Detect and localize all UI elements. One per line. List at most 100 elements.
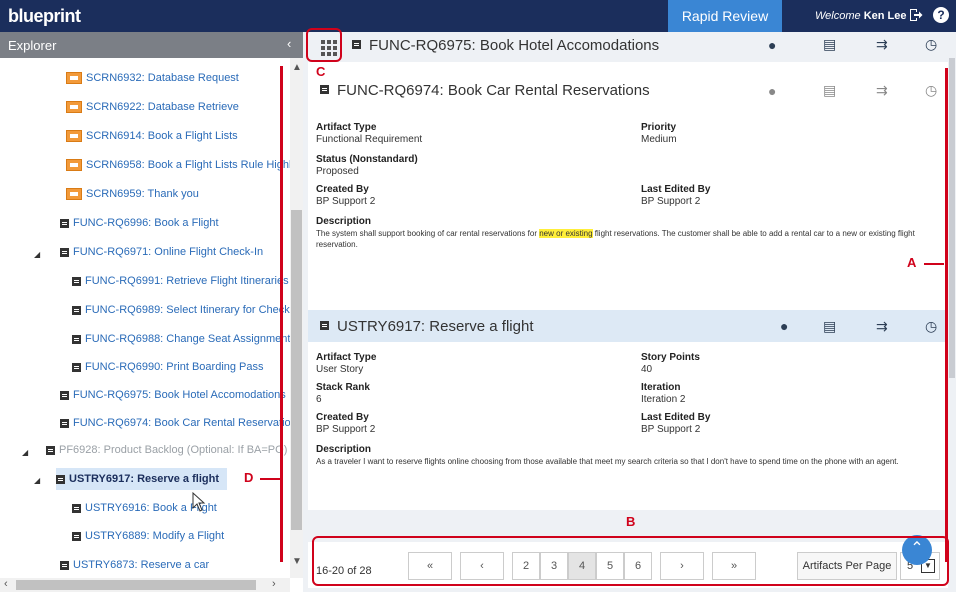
comment-icon[interactable]: ● xyxy=(780,318,788,334)
explorer-tree: SCRN6932: Database Request SCRN6922: Dat… xyxy=(0,58,290,578)
scroll-up-icon[interactable]: ▲ xyxy=(292,62,302,73)
rapid-review-tab[interactable]: Rapid Review xyxy=(668,0,782,32)
scroll-left-icon[interactable]: ‹ xyxy=(4,578,8,590)
field-priority: Priority Medium xyxy=(641,122,677,145)
history-icon[interactable]: ◷ xyxy=(925,82,937,99)
explorer-vertical-scrollbar[interactable]: ▲ ▼ xyxy=(290,58,303,578)
doc-icon xyxy=(60,218,69,228)
tree-item[interactable]: USTRY6873: Reserve a car xyxy=(60,554,209,576)
tree-item[interactable]: FUNC-RQ6975: Book Hotel Accomodations xyxy=(60,384,286,406)
tree-item-selected[interactable]: USTRY6917: Reserve a flight xyxy=(56,468,227,490)
field-last-edited-by: Last Edited By BP Support 2 xyxy=(641,184,711,207)
field-created-by: Created By BP Support 2 xyxy=(316,184,376,207)
user-name[interactable]: Ken Lee xyxy=(864,10,907,22)
rapid-review-panel: FUNC-RQ6975: Book Hotel Accomodations ● … xyxy=(303,32,956,592)
doc-icon xyxy=(46,445,55,455)
field-stack-rank: Stack Rank 6 xyxy=(316,382,370,405)
field-last-edited-by: Last Edited By BP Support 2 xyxy=(641,412,711,435)
files-icon[interactable]: ▤ xyxy=(823,36,836,53)
doc-icon xyxy=(60,560,69,570)
annotation-label-b: B xyxy=(626,514,636,529)
history-icon[interactable]: ◷ xyxy=(925,36,937,53)
annotation-tick-a xyxy=(924,263,944,265)
doc-icon xyxy=(60,418,69,428)
highlighted-text: new or existing xyxy=(539,229,593,238)
description-text: The system shall support booking of car … xyxy=(316,229,915,249)
annotation-label-c: C xyxy=(316,64,326,79)
annotation-label-a: A xyxy=(907,255,917,270)
tree-item[interactable]: FUNC-RQ6996: Book a Flight xyxy=(60,212,219,234)
expander-icon[interactable]: ◢ xyxy=(34,250,40,259)
card-title[interactable]: FUNC-RQ6975: Book Hotel Accomodations xyxy=(352,37,659,54)
doc-icon xyxy=(72,531,81,541)
card-title[interactable]: USTRY6917: Reserve a flight xyxy=(320,318,534,335)
field-description-label: Description xyxy=(316,216,372,227)
tree-item[interactable]: USTRY6889: Modify a Flight xyxy=(72,525,224,547)
doc-icon xyxy=(60,247,69,257)
card-title[interactable]: FUNC-RQ6974: Book Car Rental Reservation… xyxy=(320,82,650,99)
tree-item[interactable]: FUNC-RQ6971: Online Flight Check-In xyxy=(60,241,263,263)
field-created-by: Created By BP Support 2 xyxy=(316,412,376,435)
description-text: As a traveler I want to reserve flights … xyxy=(316,457,899,466)
doc-icon xyxy=(72,305,81,315)
explorer-horizontal-scrollbar[interactable]: ‹ › xyxy=(0,578,290,592)
comment-icon[interactable]: ● xyxy=(768,83,776,99)
tree-item[interactable]: SCRN6922: Database Retrieve xyxy=(66,96,239,118)
expander-icon[interactable]: ◢ xyxy=(34,476,40,485)
trace-icon[interactable]: ⇉ xyxy=(876,318,888,335)
doc-icon xyxy=(72,362,81,372)
doc-icon xyxy=(60,390,69,400)
tree-item[interactable]: FUNC-RQ6974: Book Car Rental Reservation… xyxy=(60,412,290,434)
tree-item[interactable]: SCRN6959: Thank you xyxy=(66,183,199,205)
tree-item[interactable]: FUNC-RQ6990: Print Boarding Pass xyxy=(72,356,264,378)
screen-icon xyxy=(66,159,82,172)
screen-icon xyxy=(66,188,82,201)
tree-item[interactable]: FUNC-RQ6988: Change Seat Assignment xyxy=(72,328,290,350)
story-icon xyxy=(56,474,65,484)
collapse-explorer-icon[interactable]: ‹ xyxy=(287,36,291,51)
blueprint-logo[interactable]: blueprint xyxy=(8,6,81,27)
artifact-card: FUNC-RQ6974: Book Car Rental Reservation… xyxy=(308,62,948,312)
annotation-label-d: D xyxy=(244,470,254,485)
files-icon[interactable]: ▤ xyxy=(823,82,836,99)
top-bar: blueprint Rapid Review Welcome Ken Lee ? xyxy=(0,0,956,32)
comment-icon[interactable]: ● xyxy=(768,37,776,53)
scroll-thumb[interactable] xyxy=(291,210,302,530)
annotation-box-c xyxy=(306,28,342,62)
card-header: USTRY6917: Reserve a flight ● ▤ ⇉ ◷ xyxy=(308,310,948,342)
expander-icon[interactable]: ◢ xyxy=(22,448,28,457)
scroll-right-icon[interactable]: › xyxy=(272,578,276,590)
tree-item[interactable]: PF6928: Product Backlog (Optional: If BA… xyxy=(46,439,287,461)
sticky-card-header: FUNC-RQ6975: Book Hotel Accomodations ● … xyxy=(308,32,948,60)
welcome-text: Welcome Ken Lee xyxy=(815,10,907,22)
scroll-thumb[interactable] xyxy=(949,58,955,378)
scroll-down-icon[interactable]: ▼ xyxy=(292,556,302,567)
sign-out-icon[interactable] xyxy=(909,8,923,22)
artifact-card-story: USTRY6917: Reserve a flight ● ▤ ⇉ ◷ Arti… xyxy=(308,310,948,510)
field-artifact-type: Artifact Type Functional Requirement xyxy=(316,122,423,145)
explorer-title: Explorer xyxy=(8,38,57,53)
tree-item[interactable]: SCRN6932: Database Request xyxy=(66,67,239,89)
field-description-label: Description xyxy=(316,444,372,455)
tree-item[interactable]: SCRN6958: Book a Flight Lists Rule Highl… xyxy=(66,154,290,176)
main-vertical-scrollbar[interactable] xyxy=(948,58,956,578)
field-artifact-type: Artifact Type User Story xyxy=(316,352,377,375)
history-icon[interactable]: ◷ xyxy=(925,318,937,335)
tree-item[interactable]: FUNC-RQ6991: Retrieve Flight Itineraries xyxy=(72,270,289,292)
annotation-box-b xyxy=(312,536,949,586)
trace-icon[interactable]: ⇉ xyxy=(876,36,888,53)
field-story-points: Story Points 40 xyxy=(641,352,700,375)
screen-icon xyxy=(66,72,82,85)
mouse-cursor-icon xyxy=(192,492,206,512)
trace-icon[interactable]: ⇉ xyxy=(876,82,888,99)
help-icon[interactable]: ? xyxy=(933,7,949,23)
field-iteration: Iteration Iteration 2 xyxy=(641,382,686,405)
doc-icon xyxy=(320,85,329,94)
annotation-line-a xyxy=(945,68,948,562)
files-icon[interactable]: ▤ xyxy=(823,318,836,335)
welcome-prefix: Welcome xyxy=(815,10,861,22)
tree-item[interactable]: SCRN6914: Book a Flight Lists xyxy=(66,125,238,147)
doc-icon xyxy=(352,40,361,49)
scroll-thumb[interactable] xyxy=(16,580,256,590)
tree-item[interactable]: FUNC-RQ6989: Select Itinerary for Check … xyxy=(72,299,290,321)
